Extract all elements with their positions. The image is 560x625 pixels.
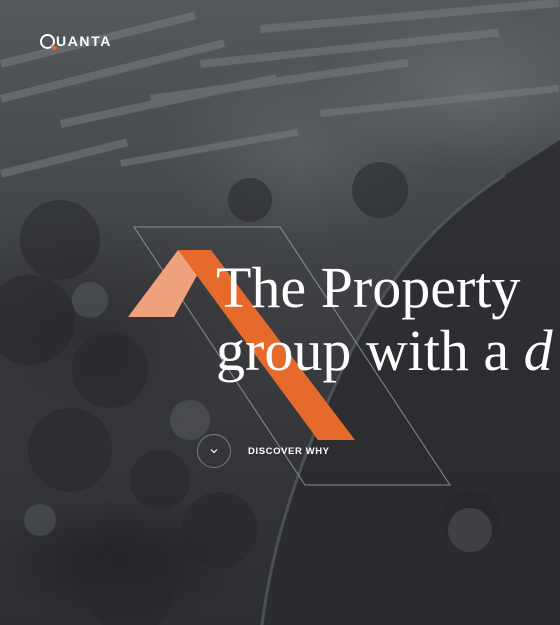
headline-emphasis: d — [523, 318, 553, 383]
logo-text: UANTA — [56, 33, 112, 49]
discover-why-label[interactable]: DISCOVER WHY — [248, 446, 330, 457]
discover-circle[interactable] — [197, 434, 231, 468]
hero-section: UANTA The Property group with a d DISCOV… — [0, 0, 560, 625]
headline-line-2: group with a — [216, 318, 524, 383]
logo-q-mark — [40, 33, 55, 49]
quanta-logo[interactable]: UANTA — [40, 31, 112, 51]
hero-headline: The Property group with a d — [216, 256, 553, 382]
house-rows — [0, 0, 560, 178]
discover-why-button[interactable]: DISCOVER WHY — [197, 434, 330, 468]
chevron-down-icon — [210, 449, 218, 454]
headline-line-1: The Property — [216, 255, 521, 320]
